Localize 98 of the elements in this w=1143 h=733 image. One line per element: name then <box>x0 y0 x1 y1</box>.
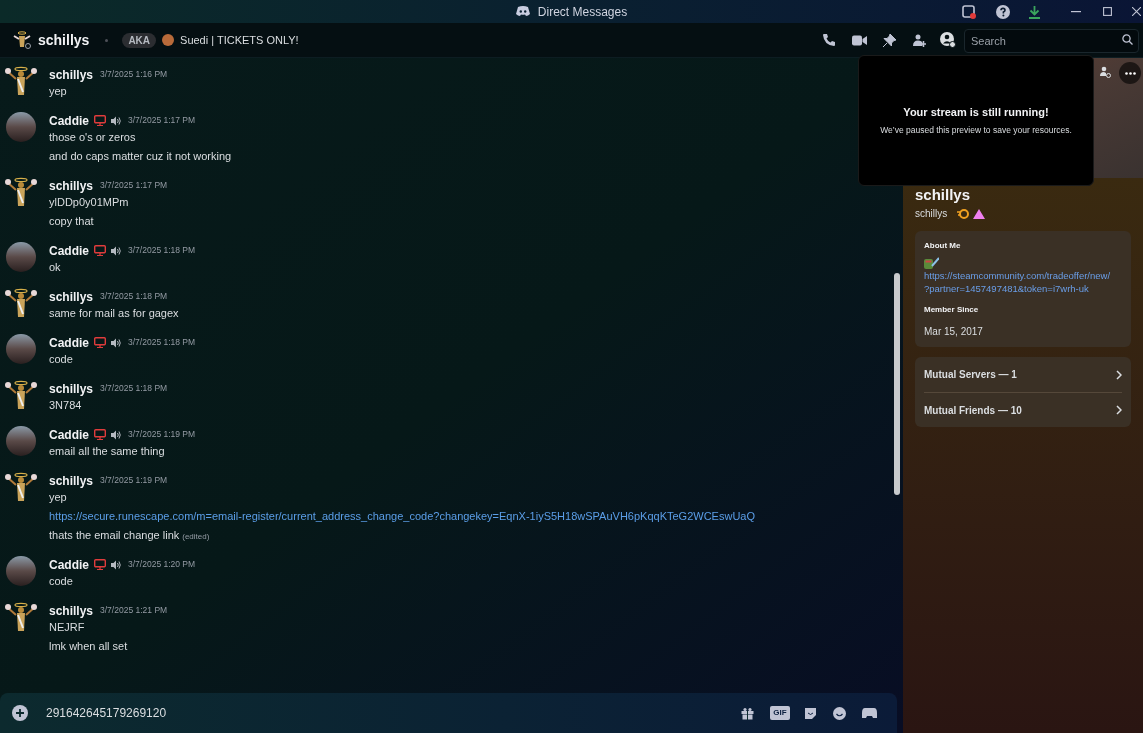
download-icon[interactable] <box>1028 4 1041 19</box>
boost-badge-icon <box>957 208 970 219</box>
message-text: ok <box>49 260 61 275</box>
message-timestamp: 3/7/2025 1:18 PM <box>100 290 168 303</box>
author-name[interactable]: schillys <box>49 379 94 398</box>
avatar-photo-placeholder[interactable] <box>6 426 36 456</box>
author-name[interactable]: Caddie <box>49 241 89 260</box>
message-text: 3N784 <box>49 398 82 413</box>
emoji-icon[interactable] <box>833 706 846 720</box>
author-name[interactable]: schillys <box>49 287 94 306</box>
discord-logo-icon <box>515 6 530 17</box>
message-text: ylDDp0y01MPm <box>49 195 129 210</box>
message-composer[interactable]: 291642645179269120 GIF <box>0 693 897 733</box>
message-text: NEJRF <box>49 620 85 635</box>
message-timestamp: 3/7/2025 1:20 PM <box>128 558 196 571</box>
triangle-badge-icon <box>973 208 986 219</box>
author-name[interactable]: Caddie <box>49 425 89 444</box>
chevron-right-icon <box>1116 405 1122 415</box>
video-camera-icon[interactable] <box>852 34 867 46</box>
angel-avatar-icon[interactable] <box>4 177 38 209</box>
message-timestamp: 3/7/2025 1:19 PM <box>128 428 196 441</box>
section-heading: About Me <box>924 240 962 252</box>
minimize-icon[interactable] <box>1071 10 1081 13</box>
close-icon[interactable] <box>1132 7 1141 16</box>
message-text: and do caps matter cuz it not working <box>49 149 232 164</box>
screen-record-icon[interactable] <box>962 4 976 19</box>
window-title: Direct Messages <box>537 3 628 21</box>
chevron-right-icon <box>1116 369 1122 380</box>
alias-name: Suedi | TICKETS ONLY! <box>180 32 299 48</box>
message-text: those o's or zeros <box>49 130 136 145</box>
message-timestamp: 3/7/2025 1:18 PM <box>128 336 196 349</box>
maximize-icon[interactable] <box>1103 7 1112 16</box>
author-name[interactable]: schillys <box>49 601 94 620</box>
message-link[interactable]: https://secure.runescape.com/m=email-register/current_address_change_code?changekey=EqnX-1iyS5H18wSPAuVH6pKqqKTeG2WCEswUaQ <box>49 508 755 525</box>
author-name[interactable]: Caddie <box>49 333 89 352</box>
avatar-photo-placeholder[interactable] <box>6 556 36 586</box>
message-text: same for mail as for gagex <box>49 306 179 321</box>
author-name[interactable]: schillys <box>49 176 94 195</box>
angel-avatar-icon[interactable] <box>4 472 38 504</box>
popup-title: Your stream is still running! <box>903 105 1049 121</box>
avatar-icon <box>162 34 175 46</box>
add-friend-icon[interactable] <box>912 33 926 47</box>
sticker-icon[interactable] <box>804 706 817 720</box>
message-timestamp: 3/7/2025 1:18 PM <box>100 382 168 395</box>
avatar-photo-placeholder[interactable] <box>6 334 36 364</box>
message-text: code <box>49 574 73 589</box>
message-text: code <box>49 352 73 367</box>
mutuals-row[interactable]: Mutual Friends — 10 <box>924 392 1122 427</box>
section-heading: Member Since <box>924 304 980 316</box>
edited-label: (edited) <box>182 531 210 543</box>
message-text: thats the email change link <box>49 528 180 543</box>
message-timestamp: 3/7/2025 1:17 PM <box>100 179 168 192</box>
pin-icon[interactable] <box>883 33 896 47</box>
user-name: schillys <box>38 30 90 50</box>
about-link[interactable]: https://steamcommunity.com/tradeoffer/new/ <box>924 269 1122 282</box>
gamepad-icon[interactable] <box>862 707 877 719</box>
phone-icon[interactable] <box>822 33 836 47</box>
display-name: schillys <box>915 186 972 204</box>
message-text: lmk when all set <box>49 639 128 654</box>
message-timestamp: 3/7/2025 1:21 PM <box>100 604 168 617</box>
more-options-button[interactable] <box>1119 62 1141 84</box>
add-attachment-icon[interactable] <box>12 705 28 721</box>
angel-avatar-icon[interactable] <box>4 380 38 412</box>
gif-button[interactable]: GIF <box>770 706 790 720</box>
scrollbar-thumb[interactable] <box>894 273 900 495</box>
message-text: yep <box>49 84 67 99</box>
author-name[interactable]: Caddie <box>49 555 89 574</box>
frog-emoji-icon <box>924 257 939 269</box>
help-icon[interactable] <box>996 4 1010 19</box>
angel-avatar-icon <box>12 30 32 50</box>
angel-avatar-icon[interactable] <box>4 66 38 98</box>
message-timestamp: 3/7/2025 1:18 PM <box>128 244 196 257</box>
message-timestamp: 3/7/2025 1:16 PM <box>100 68 168 81</box>
member-since-date: Mar 15, 2017 <box>924 325 984 339</box>
avatar-photo-placeholder[interactable] <box>6 112 36 142</box>
gift-icon[interactable] <box>741 706 754 720</box>
mutuals-row[interactable]: Mutual Servers — 1 <box>924 357 1122 392</box>
user-status-icon[interactable] <box>1099 66 1111 78</box>
search-field[interactable]: Search <box>964 29 1139 53</box>
user-profile-icon[interactable] <box>940 32 956 48</box>
message-text: email all the same thing <box>49 444 165 459</box>
author-name[interactable]: schillys <box>49 65 94 84</box>
message-timestamp: 3/7/2025 1:19 PM <box>100 474 168 487</box>
message-text: yep <box>49 490 67 505</box>
aka-badge: AKA <box>122 32 157 48</box>
author-name[interactable]: Caddie <box>49 111 89 130</box>
about-link[interactable]: ?partner=1457497481&token=i7wrh-uk <box>924 282 1122 295</box>
angel-avatar-icon[interactable] <box>4 602 38 634</box>
search-icon <box>1122 34 1133 45</box>
message-timestamp: 3/7/2025 1:17 PM <box>128 114 196 127</box>
angel-avatar-icon[interactable] <box>4 288 38 320</box>
avatar-photo-placeholder[interactable] <box>6 242 36 272</box>
username: schillys <box>915 207 948 221</box>
message-text: copy that <box>49 214 94 229</box>
author-name[interactable]: schillys <box>49 471 94 490</box>
ellipsis-icon <box>1124 71 1136 75</box>
popup-message: We’ve paused this preview to save your resources. <box>880 123 1072 137</box>
message-input[interactable]: 291642645179269120 <box>46 704 741 722</box>
